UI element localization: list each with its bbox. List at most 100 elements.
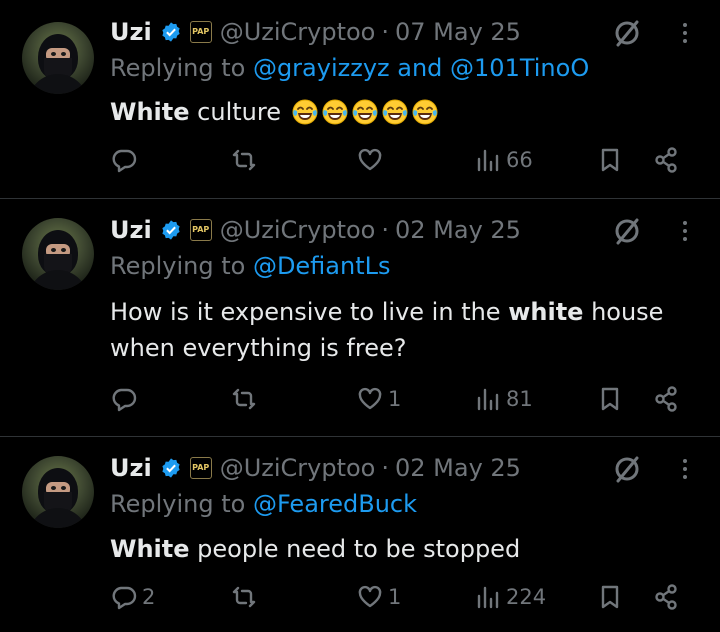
tweet-actions: 2 1 224	[0, 583, 720, 619]
bookmark-button[interactable]	[596, 385, 624, 413]
bookmark-button[interactable]	[596, 583, 624, 611]
views-icon	[477, 586, 499, 609]
tweet-text-bold: White	[110, 535, 190, 563]
share-button[interactable]	[652, 146, 680, 174]
tweet-text-bold: White	[110, 98, 190, 126]
timestamp[interactable]: 02 May 25	[395, 216, 521, 244]
separator: ·	[381, 18, 389, 46]
views-count: 66	[506, 148, 533, 172]
like-count: 1	[388, 585, 402, 609]
timestamp[interactable]: 02 May 25	[395, 454, 521, 482]
verified-icon	[162, 220, 180, 240]
retweet-button[interactable]	[230, 385, 262, 413]
handle[interactable]: @UziCryptoo	[220, 18, 376, 46]
share-icon	[655, 386, 677, 412]
retweet-icon	[232, 388, 256, 410]
replying-label: Replying to	[110, 490, 253, 518]
like-icon	[358, 148, 382, 171]
handle[interactable]: @UziCryptoo	[220, 454, 376, 482]
tweet-text: White people need to be stopped	[110, 531, 700, 567]
display-name[interactable]: Uzi	[110, 454, 152, 482]
replying-label: Replying to	[110, 54, 253, 82]
avatar[interactable]	[22, 218, 94, 290]
like-icon	[358, 585, 382, 608]
tweet-actions: 1 81	[0, 385, 720, 421]
tweet-text-bold: white	[508, 298, 584, 326]
retweet-button[interactable]	[230, 146, 262, 174]
more-icon[interactable]	[678, 454, 692, 484]
display-name[interactable]: Uzi	[110, 18, 152, 46]
views-button[interactable]: 81	[474, 385, 533, 413]
laughing-crying-emoji-icon	[322, 99, 348, 125]
like-count: 1	[388, 387, 402, 411]
more-icon[interactable]	[678, 216, 692, 246]
more-icon[interactable]	[678, 18, 692, 48]
views-button[interactable]: 224	[474, 583, 546, 611]
affiliate-badge[interactable]: PAP	[189, 457, 212, 479]
replying-to-link[interactable]: @DefiantLs	[253, 252, 391, 280]
affiliate-badge[interactable]: PAP	[189, 219, 212, 241]
tweet-actions: 66	[0, 146, 720, 182]
laughing-crying-emoji-icon	[352, 99, 378, 125]
timestamp[interactable]: 07 May 25	[395, 18, 521, 46]
grok-icon[interactable]	[612, 18, 642, 48]
tweet[interactable]: Uzi PAP @UziCryptoo · 02 May 25 Replying…	[0, 199, 720, 437]
replying-label: Replying to	[110, 252, 253, 280]
share-icon	[655, 147, 677, 173]
replying-to-link[interactable]: @grayizzyz and @101TinoO	[253, 54, 589, 82]
tweet-header: Uzi PAP @UziCryptoo · 07 May 25	[110, 14, 521, 50]
avatar[interactable]	[22, 22, 94, 94]
replying-to: Replying to @grayizzyz and @101TinoO	[110, 54, 589, 82]
replying-to: Replying to @DefiantLs	[110, 252, 391, 280]
tweet[interactable]: Uzi PAP @UziCryptoo · 02 May 25 Replying…	[0, 437, 720, 632]
laughing-crying-emoji-icon	[292, 99, 318, 125]
tweet-text: White culture	[110, 94, 700, 130]
views-count: 224	[506, 585, 547, 609]
reply-icon	[112, 586, 137, 610]
separator: ·	[381, 454, 389, 482]
share-button[interactable]	[652, 385, 680, 413]
retweet-icon	[232, 149, 256, 171]
replying-to: Replying to @FearedBuck	[110, 490, 417, 518]
retweet-button[interactable]	[230, 583, 262, 611]
handle[interactable]: @UziCryptoo	[220, 216, 376, 244]
share-button[interactable]	[652, 583, 680, 611]
bookmark-icon	[601, 387, 619, 411]
display-name[interactable]: Uzi	[110, 216, 152, 244]
reply-icon	[112, 149, 137, 173]
reply-button[interactable]	[110, 146, 142, 174]
reply-count: 2	[142, 585, 156, 609]
views-icon	[477, 149, 499, 172]
tweet-text-body: people need to be stopped	[189, 535, 521, 563]
reply-button[interactable]	[110, 385, 142, 413]
tweet-text-start: How is it expensive to live in the	[110, 298, 509, 326]
tweet-text-body: culture	[189, 98, 281, 126]
grok-icon[interactable]	[612, 216, 642, 246]
tweet-header: Uzi PAP @UziCryptoo · 02 May 25	[110, 450, 521, 486]
retweet-icon	[232, 586, 256, 608]
verified-icon	[162, 22, 180, 42]
like-button[interactable]: 1	[356, 583, 401, 611]
share-icon	[655, 584, 677, 610]
affiliate-badge[interactable]: PAP	[189, 21, 212, 43]
like-button[interactable]: 1	[356, 385, 401, 413]
emoji-list	[289, 98, 439, 126]
views-button[interactable]: 66	[474, 146, 533, 174]
views-count: 81	[506, 387, 533, 411]
verified-icon	[162, 458, 180, 478]
replying-to-link[interactable]: @FearedBuck	[253, 490, 417, 518]
reply-button[interactable]: 2	[110, 583, 155, 611]
tweet[interactable]: Uzi PAP @UziCryptoo · 07 May 25 Replying…	[0, 0, 720, 196]
avatar[interactable]	[22, 456, 94, 528]
grok-icon[interactable]	[612, 454, 642, 484]
reply-icon	[112, 388, 137, 412]
bookmark-icon	[601, 585, 619, 609]
like-button[interactable]	[356, 146, 388, 174]
views-icon	[477, 388, 499, 411]
separator: ·	[381, 216, 389, 244]
bookmark-button[interactable]	[596, 146, 624, 174]
laughing-crying-emoji-icon	[382, 99, 408, 125]
like-icon	[358, 387, 382, 410]
bookmark-icon	[601, 148, 619, 172]
laughing-crying-emoji-icon	[412, 99, 438, 125]
